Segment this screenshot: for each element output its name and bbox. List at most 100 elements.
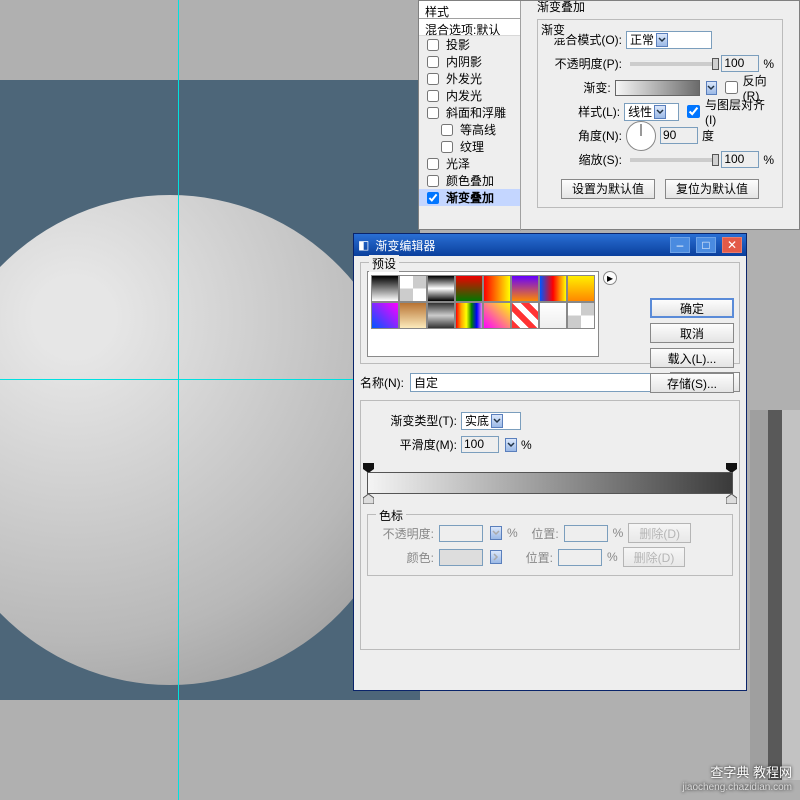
ok-button[interactable]: 确定 [650,298,734,318]
app-icon: ◧ [358,238,369,252]
style-row[interactable]: 内发光 [419,87,520,104]
set-default-button[interactable]: 设置为默认值 [561,179,655,199]
layer-style-panel: 样式 混合选项:默认 投影内阴影外发光内发光斜面和浮雕等高线纹理光泽颜色叠加渐变… [418,0,800,230]
chevron-down-icon [490,526,502,540]
preset-swatch[interactable] [511,275,539,302]
style-row[interactable]: 外发光 [419,70,520,87]
scale-label: 缩放(S): [546,151,622,168]
ring-shape [0,195,410,685]
preset-swatch[interactable] [455,275,483,302]
angle-dial[interactable] [626,121,656,151]
name-input[interactable] [410,373,664,392]
angle-label: 角度(N): [546,127,622,144]
smooth-dd-icon[interactable] [505,438,517,452]
preset-swatch[interactable] [567,275,595,302]
preset-swatch[interactable] [427,302,455,329]
style-row[interactable]: 等高线 [419,121,520,138]
cancel-button[interactable]: 取消 [650,323,734,343]
pct-unit: % [521,438,532,452]
gradient-bar[interactable] [367,466,733,500]
maximize-icon[interactable]: □ [696,237,716,253]
gradient-dropdown-icon[interactable] [706,81,717,95]
delete-color-stop: 删除(D) [623,547,686,567]
stop-color-label: 颜色: [374,549,434,566]
load-button[interactable]: 载入(L)... [650,348,734,368]
stop-opacity-value [439,525,483,542]
minimize-icon[interactable]: – [670,237,690,253]
style-list: 样式 混合选项:默认 投影内阴影外发光内发光斜面和浮雕等高线纹理光泽颜色叠加渐变… [419,1,521,231]
dialog-title: 渐变编辑器 [375,237,435,254]
preset-swatch[interactable] [371,302,399,329]
gradtype-label: 渐变类型(T): [367,412,457,429]
presets-label: 预设 [369,255,399,272]
opacity-slider[interactable] [630,62,713,66]
chevron-down-icon [654,105,666,119]
preset-swatches[interactable] [367,271,599,357]
style-select[interactable]: 线性 [624,103,679,121]
color-stop-right[interactable] [726,493,737,503]
pct-unit: % [763,57,774,71]
preset-swatch[interactable] [511,302,539,329]
style-row[interactable]: 纹理 [419,138,520,155]
preset-swatch[interactable] [399,275,427,302]
save-button[interactable]: 存储(S)... [650,373,734,393]
gradtype-select[interactable]: 实底 [461,412,521,430]
reset-default-button[interactable]: 复位为默认值 [665,179,759,199]
watermark: 查字典 教程网 jiaocheng.chazidian.com [682,765,792,794]
gradient-label: 渐变: [546,79,611,96]
blend-options-row[interactable]: 混合选项:默认 [419,19,520,36]
right-strip [750,410,800,780]
preset-swatch[interactable] [455,302,483,329]
preset-swatch[interactable] [427,275,455,302]
smooth-value[interactable]: 100 [461,436,499,453]
stops-fieldset: 色标 不透明度: % 位置: % 删除(D) 颜色: 位置: [367,514,733,576]
gradient-subtitle: 渐变 [539,21,567,38]
stop-color-swatch [439,549,483,566]
preset-swatch[interactable] [567,302,595,329]
stop-position-label: 位置: [523,525,559,542]
styles-header: 样式 [419,1,520,19]
preset-swatch[interactable] [483,275,511,302]
preset-menu-icon[interactable]: ▸ [603,271,617,285]
chevron-right-icon [490,550,502,564]
opacity-value[interactable]: 100 [721,55,759,72]
preset-swatch[interactable] [539,275,567,302]
delete-opacity-stop: 删除(D) [628,523,691,543]
gradient-swatch[interactable] [615,80,700,96]
pct-unit: % [763,153,774,167]
scale-slider[interactable] [630,158,713,162]
align-checkbox[interactable]: 与图层对齐(I) [683,96,774,127]
stop-position-value [558,549,602,566]
style-row[interactable]: 内阴影 [419,53,520,70]
style-label: 样式(L): [546,103,620,120]
gradient-editor-dialog: ◧ 渐变编辑器 – □ ✕ 预设 ▸ 确定 取消 载入(L)... 存储(S).… [353,233,747,691]
stop-opacity-label: 不透明度: [374,525,434,542]
color-stop-left[interactable] [363,493,374,503]
preset-swatch[interactable] [399,302,427,329]
dialog-titlebar[interactable]: ◧ 渐变编辑器 – □ ✕ [354,234,746,256]
pct-unit: % [607,550,618,564]
smooth-label: 平滑度(M): [367,436,457,453]
close-icon[interactable]: ✕ [722,237,742,253]
guide-vertical [178,0,179,800]
opacity-label: 不透明度(P): [546,55,622,72]
stop-position-value [564,525,608,542]
style-row[interactable]: 投影 [419,36,520,53]
scale-value[interactable]: 100 [721,151,759,168]
angle-unit: 度 [702,127,714,144]
preset-swatch[interactable] [483,302,511,329]
chevron-down-icon [491,414,503,428]
style-row[interactable]: 斜面和浮雕 [419,104,520,121]
stop-position-label: 位置: [507,549,553,566]
preset-swatch[interactable] [371,275,399,302]
preset-swatch[interactable] [539,302,567,329]
angle-value[interactable]: 90 [660,127,698,144]
style-row[interactable]: 颜色叠加 [419,172,520,189]
pct-unit: % [613,526,624,540]
blend-mode-select[interactable]: 正常 [626,31,712,49]
gradient-definition: 渐变类型(T): 实底 平滑度(M): 100 % 色标 [360,400,740,650]
style-row[interactable]: 渐变叠加 [419,189,520,206]
pct-unit: % [507,526,518,540]
style-row[interactable]: 光泽 [419,155,520,172]
chevron-down-icon [656,33,668,47]
